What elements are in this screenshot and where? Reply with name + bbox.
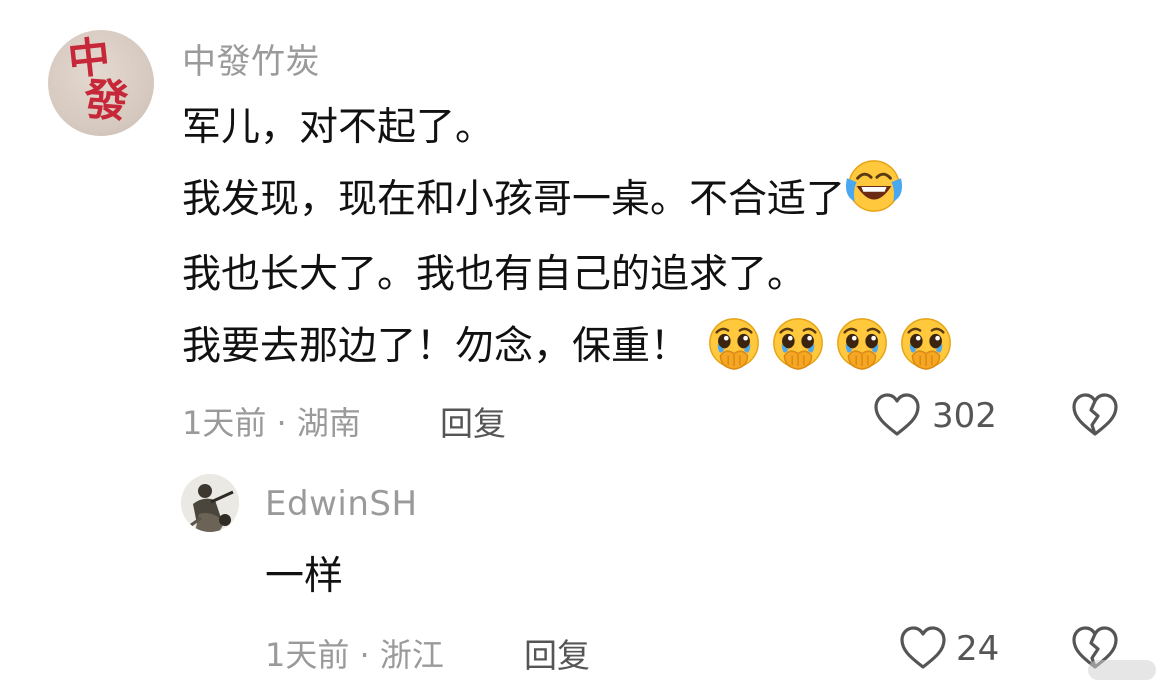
avatar-seal-text: 中 發 — [62, 32, 142, 128]
comment-avatar[interactable]: 中 發 — [48, 30, 154, 136]
comment-line-2: 我发现，现在和小孩哥一桌。不合适了 — [182, 159, 955, 239]
reply-like-count: 24 — [956, 629, 1000, 669]
holding-back-tears-emoji-icon — [709, 318, 759, 370]
comment-line-3: 我也长大了。我也有自己的追求了。 — [182, 251, 807, 297]
comment-body: 军儿，对不起了。 我发现，现在和小孩哥一桌。不合适了 我也长大了。我也有自己的追… — [182, 92, 955, 383]
reply-text: 一样 — [265, 554, 344, 599]
comment-line-4-text: 我要去那边了！勿念，保重！ — [182, 323, 690, 369]
broken-heart-icon — [1072, 393, 1118, 436]
watermark-overlay — [1088, 660, 1156, 680]
reply-reply-button[interactable]: 回复 — [524, 629, 590, 677]
holding-back-tears-emoji-icon — [773, 318, 823, 370]
heart-outline-icon — [900, 626, 946, 669]
comment-line-1: 军儿，对不起了。 — [182, 105, 495, 150]
holding-back-tears-emoji-icon — [901, 318, 951, 370]
heart-outline-icon — [874, 393, 920, 436]
rolling-laugh-emoji-icon — [845, 157, 903, 239]
avatar-char-2: 發 — [82, 74, 130, 128]
avatar-photo — [181, 474, 239, 532]
comment-username[interactable]: 中發竹炭 — [182, 34, 320, 83]
comment-like-button[interactable] — [872, 391, 922, 443]
avatar-char-1: 中 — [65, 31, 113, 85]
reply-like-button[interactable] — [898, 624, 948, 676]
comment-dislike-button[interactable] — [1070, 391, 1120, 443]
reply-avatar[interactable] — [181, 474, 239, 532]
reply-username[interactable]: EdwinSH — [265, 484, 418, 524]
comment-line-4: 我要去那边了！勿念，保重！ — [182, 311, 955, 383]
comment-reply-button[interactable]: 回复 — [440, 397, 506, 445]
holding-back-tears-emoji-icon — [837, 318, 887, 370]
comment-time-location: 1天前 · 湖南 — [182, 404, 361, 442]
emoji-group — [705, 315, 955, 373]
comment-like-count: 302 — [932, 396, 997, 436]
reply-time-location: 1天前 · 浙江 — [265, 636, 444, 674]
comment-line-2-text: 我发现，现在和小孩哥一桌。不合适了 — [182, 177, 846, 222]
